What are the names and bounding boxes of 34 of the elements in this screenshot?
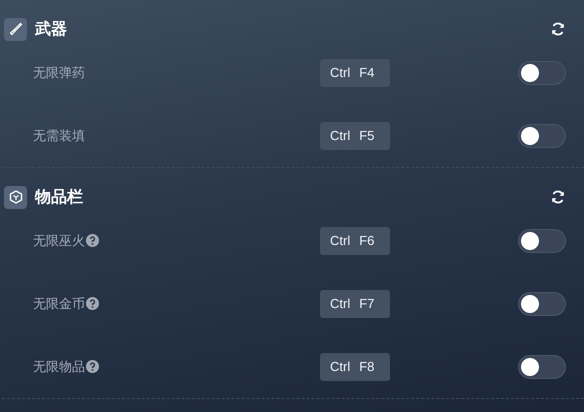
- section-title: 武器: [35, 18, 68, 40]
- section-title: 物品栏: [35, 186, 84, 208]
- refresh-icon[interactable]: [550, 189, 566, 205]
- refresh-icon[interactable]: [550, 21, 566, 37]
- key-label: Ctrl: [330, 128, 350, 143]
- toggle-switch[interactable]: [518, 124, 566, 148]
- key-label: Ctrl: [330, 296, 350, 311]
- key-label: Ctrl: [330, 359, 350, 374]
- cube-icon: [4, 186, 27, 208]
- key-label: F5: [359, 128, 374, 143]
- key-label: F8: [359, 359, 374, 374]
- option-label: 无限金币: [33, 296, 85, 312]
- option-label: 无限弹药: [33, 64, 85, 82]
- option-label: 无需装填: [33, 128, 85, 144]
- brush-icon: [4, 18, 27, 40]
- key-label: Ctrl: [330, 233, 350, 248]
- key-label: Ctrl: [330, 65, 350, 80]
- hotkey-badge[interactable]: Ctrl F6: [320, 226, 390, 254]
- hotkey-badge[interactable]: Ctrl F5: [320, 122, 390, 150]
- key-label: F6: [359, 233, 374, 248]
- key-label: F7: [359, 296, 374, 311]
- option-label: 无限巫火: [33, 232, 85, 250]
- toggle-switch[interactable]: [518, 354, 566, 378]
- help-icon[interactable]: [86, 297, 99, 310]
- help-icon[interactable]: [86, 234, 99, 247]
- help-icon[interactable]: [86, 360, 99, 373]
- toggle-switch[interactable]: [518, 292, 566, 316]
- toggle-switch[interactable]: [518, 60, 566, 84]
- hotkey-badge[interactable]: Ctrl F8: [320, 352, 390, 380]
- toggle-switch[interactable]: [518, 228, 566, 252]
- key-label: F4: [359, 65, 374, 80]
- hotkey-badge[interactable]: Ctrl F7: [320, 290, 390, 318]
- option-label: 无限物品: [33, 358, 85, 376]
- hotkey-badge[interactable]: Ctrl F4: [320, 58, 390, 86]
